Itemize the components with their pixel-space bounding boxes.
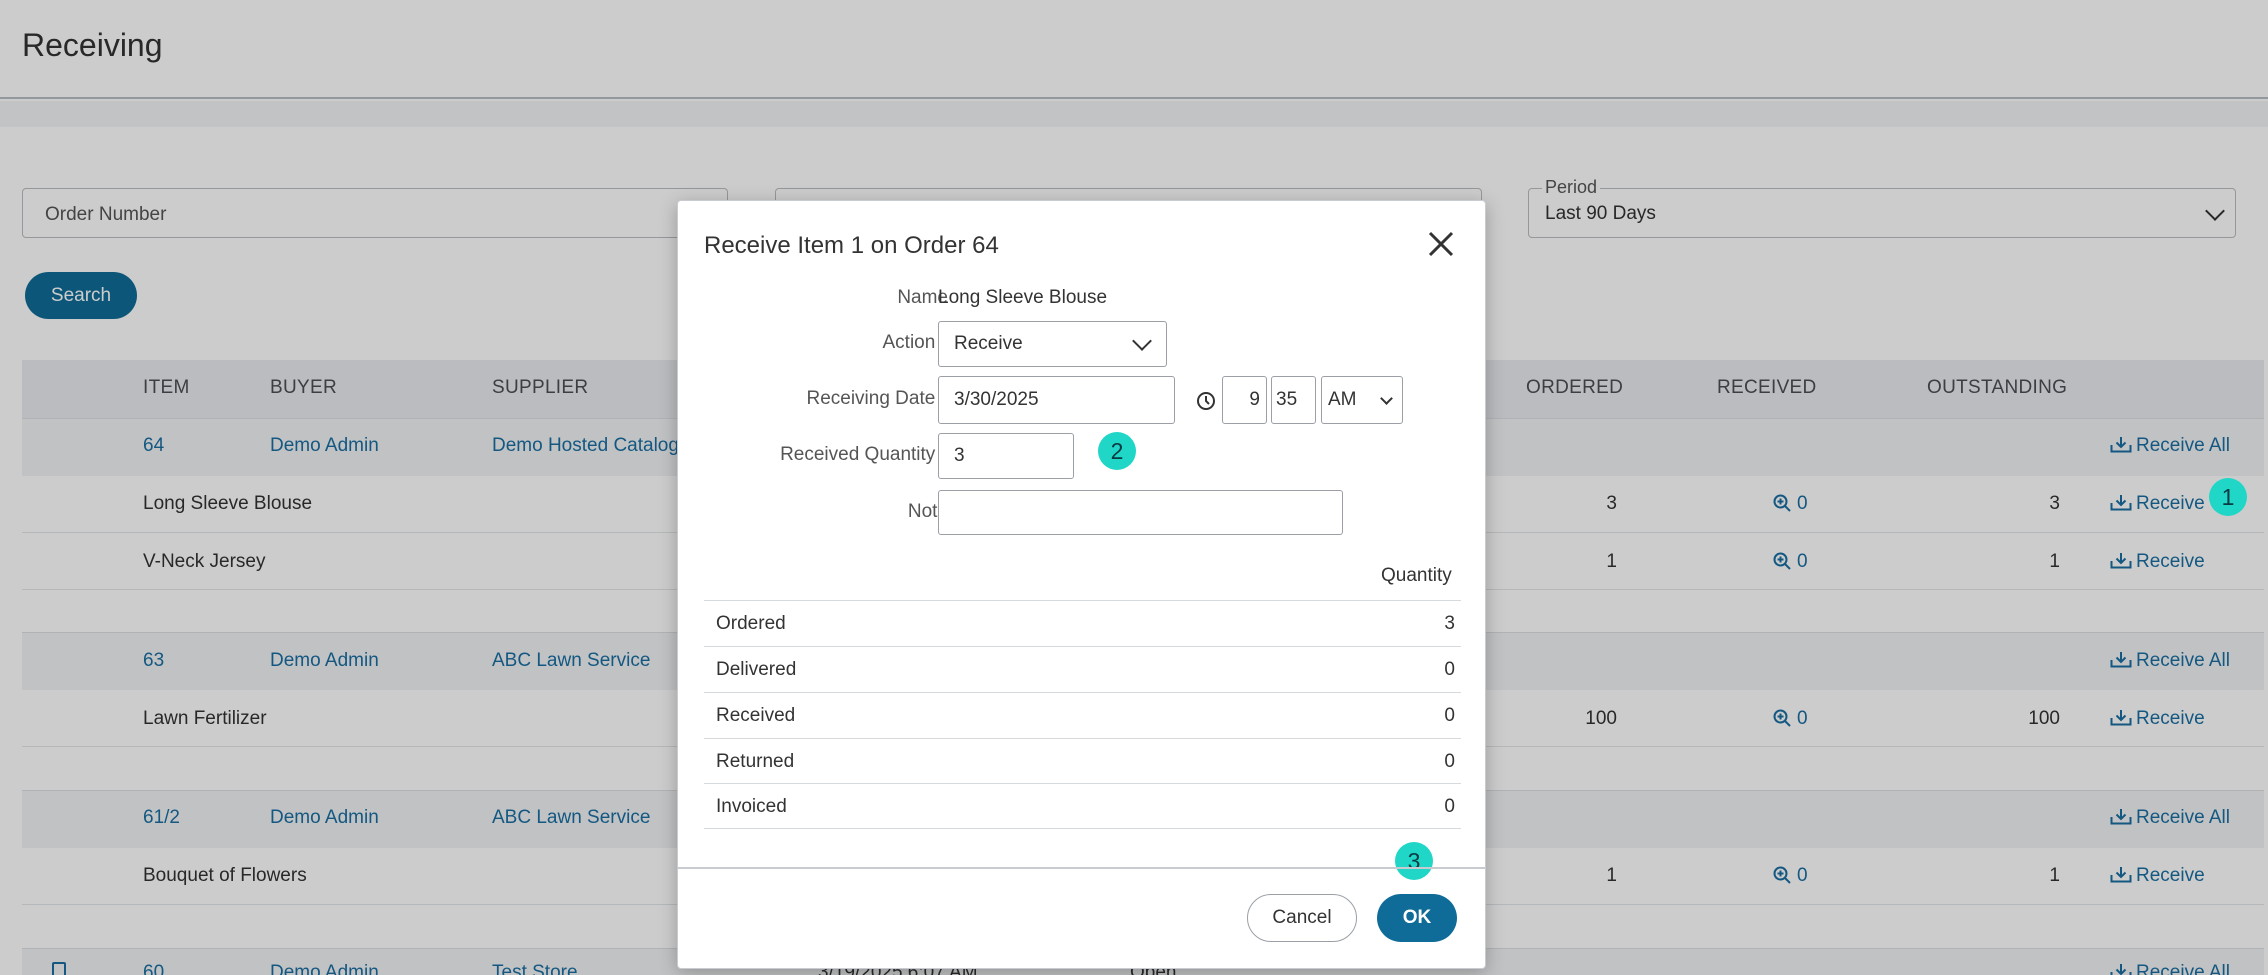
- summary-row: Received 0: [704, 692, 1461, 738]
- note-input[interactable]: [938, 490, 1343, 535]
- minute-value: 35: [1276, 389, 1298, 410]
- name-value: Long Sleeve Blouse: [938, 287, 1108, 308]
- summary-label: Received: [716, 705, 796, 726]
- ampm-select[interactable]: AM: [1321, 376, 1403, 424]
- cancel-button[interactable]: Cancel: [1247, 894, 1357, 942]
- hour-input[interactable]: 9: [1222, 376, 1267, 424]
- action-select[interactable]: Receive: [938, 321, 1167, 367]
- summary-label: Invoiced: [716, 796, 787, 817]
- summary-value: 0: [1444, 659, 1455, 680]
- received-quantity-value: 3: [954, 445, 965, 466]
- summary-row: Ordered 3: [704, 600, 1461, 646]
- step-badge-2: 2: [1098, 432, 1136, 470]
- minute-input[interactable]: 35: [1271, 376, 1316, 424]
- note-label: Note: [907, 501, 948, 522]
- name-label: Name: [897, 287, 948, 308]
- receiving-date-input[interactable]: 3/30/2025: [938, 376, 1175, 424]
- receiving-date-value: 3/30/2025: [954, 389, 1039, 410]
- dialog-footer-divider: [678, 867, 1485, 869]
- hour-value: 9: [1249, 389, 1260, 410]
- close-icon[interactable]: [1426, 229, 1456, 259]
- summary-value: 0: [1444, 796, 1455, 817]
- received-quantity-input[interactable]: 3: [938, 433, 1074, 479]
- summary-value: 0: [1444, 751, 1455, 772]
- summary-row: Delivered 0: [704, 646, 1461, 692]
- ok-button[interactable]: OK: [1377, 894, 1457, 942]
- summary-label: Ordered: [716, 613, 786, 634]
- action-value: Receive: [954, 333, 1023, 354]
- summary-value: 0: [1444, 705, 1455, 726]
- quantity-header: Quantity: [1381, 565, 1452, 586]
- summary-label: Delivered: [716, 659, 797, 680]
- ampm-value: AM: [1328, 389, 1357, 410]
- summary-row: Returned 0: [704, 738, 1461, 784]
- summary-label: Returned: [716, 751, 795, 772]
- summary-row: Invoiced 0: [704, 783, 1461, 829]
- step-badge-1: 1: [2209, 478, 2247, 516]
- clock-icon: [1197, 392, 1215, 410]
- action-label: Action *: [882, 332, 949, 353]
- received-quantity-label: Received Quantity *: [780, 444, 948, 465]
- receive-item-dialog: Receive Item 1 on Order 64 Name Long Sle…: [677, 200, 1486, 969]
- receiving-date-label: Receiving Date *: [806, 388, 948, 409]
- summary-value: 3: [1444, 613, 1455, 634]
- chevron-down-icon: [1132, 331, 1152, 351]
- step-badge-3: 3: [1395, 842, 1433, 880]
- dialog-title: Receive Item 1 on Order 64: [704, 232, 999, 259]
- chevron-down-icon: [1380, 392, 1393, 405]
